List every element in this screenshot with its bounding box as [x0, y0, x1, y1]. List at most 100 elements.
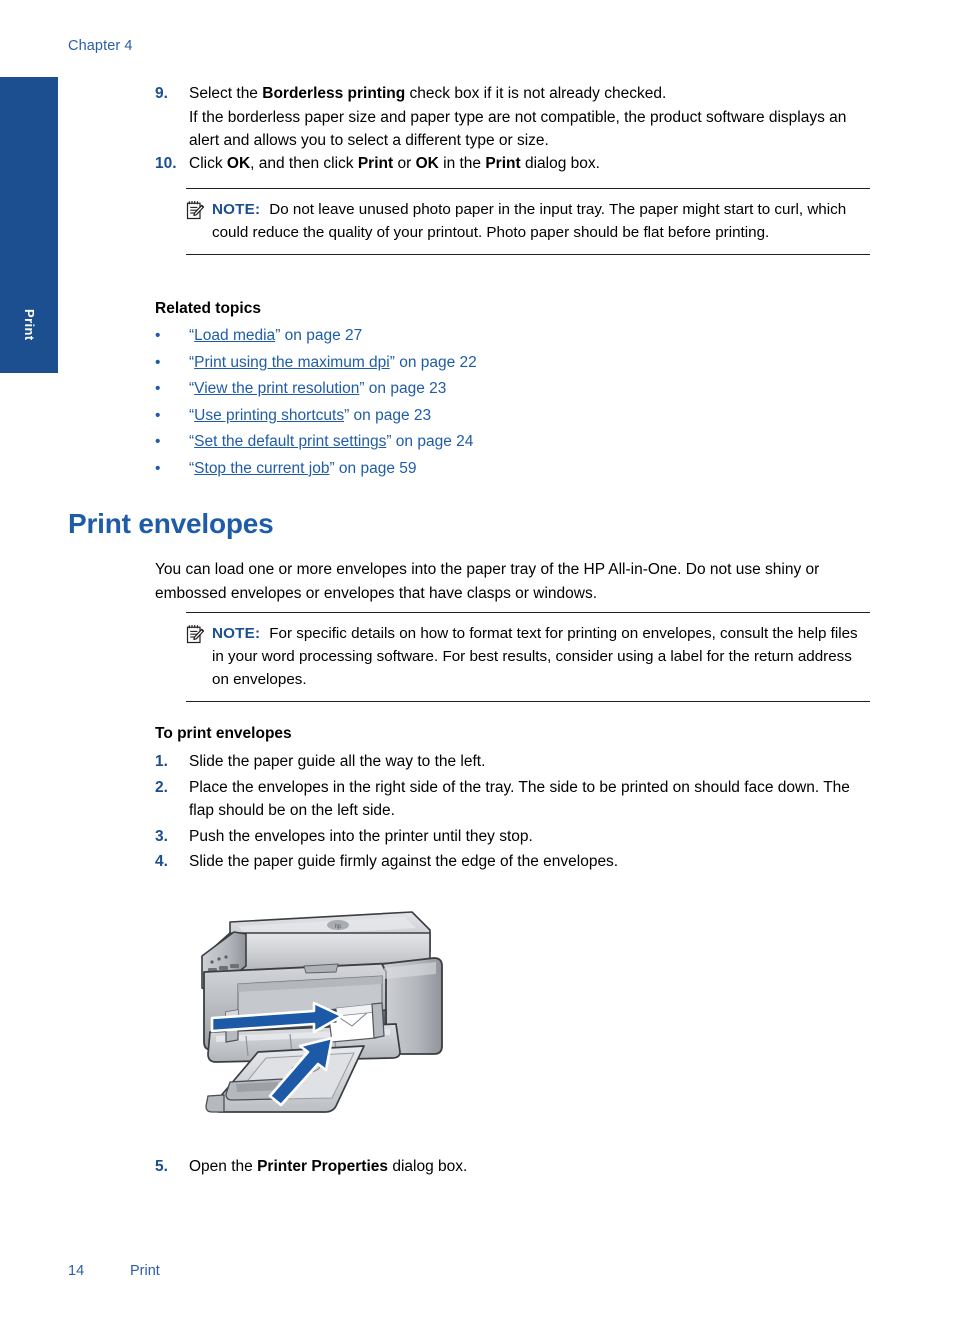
topic-page: on page 22 [394, 353, 477, 371]
topic-line[interactable]: “View the print resolution” on page 23 [189, 376, 446, 403]
note-label: NOTE: [212, 625, 261, 642]
step-item: 10. Click OK, and then click Print or OK… [155, 152, 870, 176]
topic-link[interactable]: Stop the current job [194, 460, 329, 477]
list-item[interactable]: • “Stop the current job” on page 59 [155, 456, 477, 483]
step-text: Slide the paper guide firmly against the… [189, 853, 619, 870]
note-callout-photo-paper: NOTE: Do not leave unused photo paper in … [186, 188, 870, 255]
list-item[interactable]: • “Use printing shortcuts” on page 23 [155, 403, 477, 430]
printer-illustration: hp [186, 900, 458, 1132]
step-text: Select the Borderless printing check box… [189, 82, 870, 153]
topic-page: on page 59 [334, 459, 417, 477]
step-10-pre: Click [189, 155, 227, 172]
notepad-pencil-icon [186, 201, 205, 220]
step-item: 3. Push the envelopes into the printer u… [155, 825, 870, 849]
note-inner: NOTE: Do not leave unused photo paper in … [186, 198, 870, 244]
side-tab-print: Print [0, 77, 58, 373]
step-10-mid-1: , and then click [250, 155, 358, 172]
step-9-line-1: Select the Borderless printing check box… [189, 82, 870, 106]
step-5-post: dialog box. [388, 1158, 468, 1175]
topic-line[interactable]: “Print using the maximum dpi” on page 22 [189, 350, 477, 377]
step-10-mid-3: in the [438, 155, 486, 172]
topic-link[interactable]: View the print resolution [194, 380, 359, 397]
topic-link[interactable]: Set the default print settings [194, 433, 386, 450]
note-inner: NOTE: For specific details on how to form… [186, 622, 870, 691]
note-icon [186, 198, 212, 225]
list-item[interactable]: • “Load media” on page 27 [155, 323, 477, 350]
topic-line[interactable]: “Set the default print settings” on page… [189, 429, 473, 456]
section-intro-paragraph: You can load one or more envelopes into … [155, 561, 820, 602]
step-text: Push the envelopes into the printer unti… [189, 827, 533, 845]
note-text: NOTE: For specific details on how to form… [212, 622, 870, 691]
topic-link[interactable]: Use printing shortcuts [194, 407, 344, 424]
step-5-container: 5. Open the Printer Properties dialog bo… [155, 1155, 870, 1181]
step-9-container: 9. Select the Borderless printing check … [155, 82, 870, 155]
topic-link[interactable]: Load media [194, 327, 275, 344]
step-10-line: Click OK, and then click Print or OK in … [189, 152, 870, 176]
hp-all-in-one-printer-figure: hp [201, 911, 443, 1113]
step-text: Slide the paper guide all the way to the… [189, 753, 486, 770]
step-text: Place the envelopes in the right side of… [189, 778, 850, 820]
step-10-post: dialog box. [520, 155, 600, 172]
step-item: 5. Open the Printer Properties dialog bo… [155, 1155, 870, 1179]
topic-line[interactable]: “Use printing shortcuts” on page 23 [189, 403, 431, 430]
print-term-2: Print [485, 155, 521, 172]
list-item[interactable]: • “Print using the maximum dpi” on page … [155, 350, 477, 377]
related-topics-list: • “Load media” on page 27 • “Print using… [155, 323, 477, 483]
step-9-pre: Select the [189, 85, 263, 102]
step-9-line-2: If the borderless paper size and paper t… [189, 108, 847, 150]
topic-line[interactable]: “Load media” on page 27 [189, 323, 362, 350]
step-number: 2. [155, 778, 168, 796]
step-10-mid-2: or [393, 155, 416, 172]
print-term-1: Print [357, 155, 394, 172]
list-item[interactable]: • “Set the default print settings” on pa… [155, 429, 477, 456]
page-footer: 14 Print [68, 1263, 160, 1279]
page-title: Print envelopes [68, 508, 274, 539]
list-item[interactable]: • “View the print resolution” on page 23 [155, 376, 477, 403]
step-text: Open the Printer Properties dialog box. [189, 1155, 870, 1179]
note-callout-envelopes: NOTE: For specific details on how to form… [186, 612, 870, 702]
hp-logo-text: hp [335, 924, 342, 930]
step-9-post: check box if it is not already checked. [405, 85, 667, 102]
topic-link[interactable]: Print using the maximum dpi [194, 354, 390, 371]
note-body: Do not leave unused photo paper in the i… [212, 201, 847, 241]
step-text: Click OK, and then click Print or OK in … [189, 152, 870, 176]
step-number: 9. [155, 85, 168, 102]
bullet-icon: • [155, 353, 161, 371]
side-tab-label: Print [22, 309, 37, 341]
topic-page: on page 23 [349, 406, 432, 424]
bullet-icon: • [155, 459, 161, 477]
printer-properties-term: Printer Properties [257, 1158, 389, 1175]
note-text: NOTE: Do not leave unused photo paper in … [212, 198, 870, 244]
notepad-pencil-icon [186, 625, 205, 644]
procedure-heading: To print envelopes [155, 725, 292, 742]
bullet-icon: • [155, 433, 161, 451]
bullet-icon: • [155, 406, 161, 424]
ok-term-2: OK [415, 155, 439, 172]
step-item: 9. Select the Borderless printing check … [155, 82, 870, 153]
step-number: 1. [155, 753, 168, 770]
footer-section-name: Print [130, 1263, 160, 1279]
step-10-container: 10. Click OK, and then click Print or OK… [155, 152, 870, 178]
bullet-icon: • [155, 380, 161, 398]
bullet-icon: • [155, 327, 161, 344]
step-number: 3. [155, 827, 168, 845]
footer-page-number: 14 [68, 1263, 85, 1279]
step-5-pre: Open the [189, 1158, 258, 1175]
step-item: 4. Slide the paper guide firmly against … [155, 850, 870, 874]
note-icon [186, 622, 212, 649]
step-item: 1. Slide the paper guide all the way to … [155, 750, 870, 774]
step-number: 10. [155, 155, 177, 172]
step-number: 4. [155, 853, 168, 870]
note-body: For specific details on how to format te… [212, 625, 858, 688]
borderless-printing-term: Borderless printing [262, 85, 406, 102]
topic-page: on page 24 [391, 433, 474, 451]
chapter-header: Chapter 4 [68, 38, 133, 54]
step-item: 2. Place the envelopes in the right side… [155, 776, 870, 823]
ok-term-1: OK [226, 155, 251, 172]
topic-page: on page 23 [364, 380, 447, 398]
topic-page: on page 27 [280, 327, 363, 344]
note-label: NOTE: [212, 201, 261, 218]
step-number: 5. [155, 1158, 168, 1175]
topic-line[interactable]: “Stop the current job” on page 59 [189, 456, 417, 483]
related-topics-heading: Related topics [155, 300, 261, 317]
